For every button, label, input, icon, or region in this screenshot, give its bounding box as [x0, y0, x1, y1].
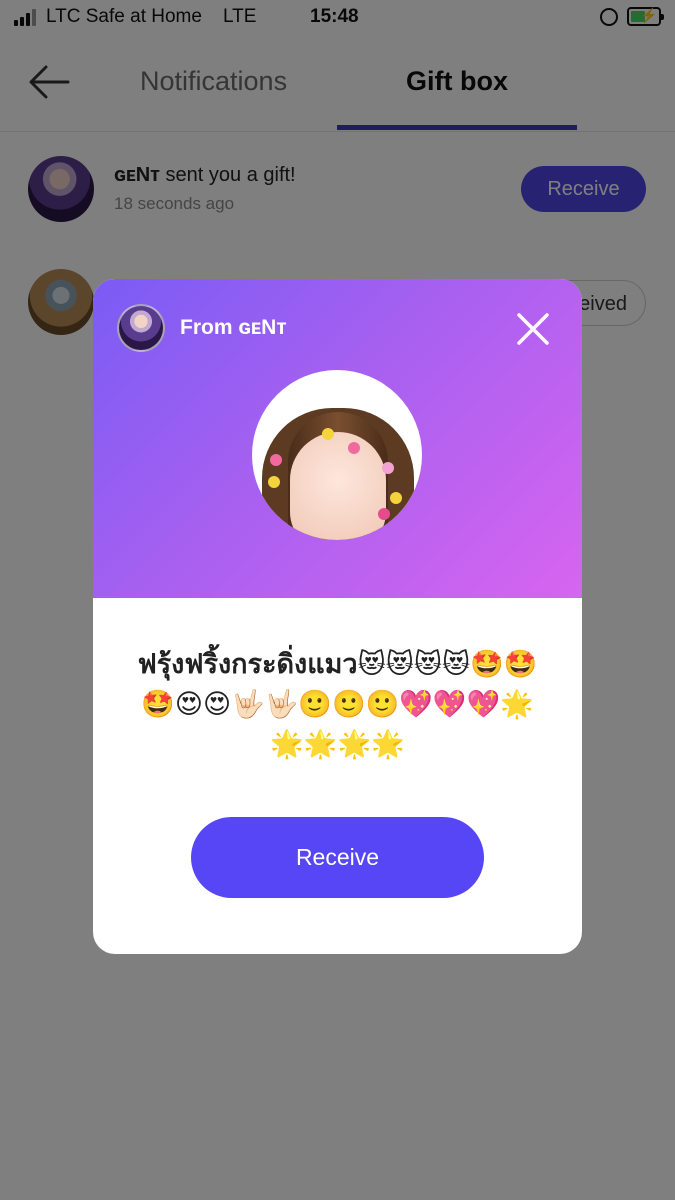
gift-modal: From ɢᴇNᴛ ฟรุ้งฟริ้งกระดิ่งแมว😻😻😻😻🤩🤩🤩😍😍🤟… [93, 279, 582, 954]
from-sender-name: ɢᴇNᴛ [238, 316, 287, 339]
sender-avatar [117, 304, 165, 352]
gift-from: From ɢᴇNᴛ [180, 316, 287, 340]
gift-item-image [252, 370, 422, 540]
from-prefix: From [180, 316, 233, 339]
gift-message: ฟรุ้งฟริ้งกระดิ่งแมว😻😻😻😻🤩🤩🤩😍😍🤟🏻🤟🏻🙂🙂🙂💖💖💖🌟… [137, 649, 538, 760]
receive-gift-button[interactable]: Receive [191, 817, 484, 898]
close-icon[interactable] [513, 309, 553, 349]
avatar-head-image [290, 432, 386, 540]
gift-modal-header: From ɢᴇNᴛ [93, 279, 582, 598]
